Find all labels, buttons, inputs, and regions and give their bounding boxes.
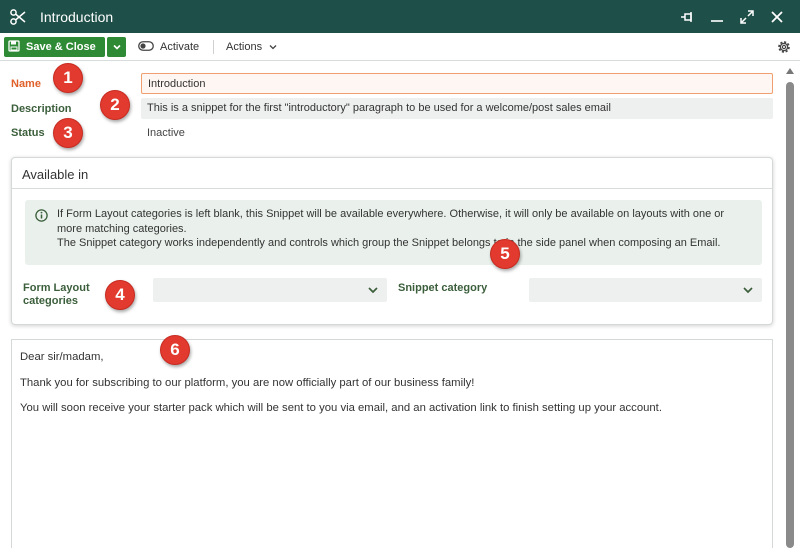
callout-marker-2: 2 [100,90,130,120]
status-value: Inactive [147,127,185,139]
info-text-line-1: If Form Layout categories is left blank,… [57,208,725,235]
callout-marker-3: 3 [53,118,83,148]
snippet-category-label: Snippet category [398,282,488,294]
toolbar: Save & Close Activate Actions [0,33,800,61]
callout-marker-5: 5 [490,239,520,269]
activate-toggle[interactable]: Activate [138,39,199,55]
editor-line: Thank you for subscribing to our platfor… [20,377,475,389]
chevron-down-icon [269,45,277,50]
info-text-line-2: The Snippet category works independently… [57,237,721,249]
scrollbar[interactable] [781,62,800,548]
scrollbar-thumb[interactable] [786,82,794,548]
editor-line: You will soon receive your starter pack … [20,402,662,414]
snippet-body-editor[interactable]: Dear sir/madam, Thank you for subscribin… [11,339,773,548]
callout-marker-6: 6 [160,335,190,365]
info-icon [35,209,48,222]
description-label: Description [11,103,72,115]
chevron-down-icon [743,287,753,294]
title-bar: Introduction [0,0,800,33]
save-icon [8,39,20,55]
callout-marker-4: 4 [105,280,135,310]
chevron-down-icon [368,287,378,294]
scroll-up-icon [786,68,794,74]
snippet-category-select[interactable] [529,278,762,302]
minimize-icon[interactable] [702,0,732,33]
name-input[interactable] [141,73,773,94]
maximize-icon[interactable] [732,0,762,33]
info-text: If Form Layout categories is left blank,… [57,207,747,251]
chevron-down-icon [112,44,121,50]
save-close-button[interactable]: Save & Close [4,37,105,57]
callout-marker-1: 1 [53,63,83,93]
save-dropdown-button[interactable] [107,37,126,57]
pin-icon[interactable] [672,0,702,33]
window-title: Introduction [40,8,114,25]
scissors-icon [0,0,36,33]
toggle-icon [138,40,154,54]
name-label: Name [11,78,41,90]
status-label: Status [11,127,45,139]
activate-label: Activate [160,41,200,53]
close-icon[interactable] [762,0,792,33]
save-close-label: Save & Close [26,41,96,53]
panel-title: Available in [22,167,89,182]
description-input[interactable]: This is a snippet for the first "introdu… [141,98,773,119]
toolbar-divider [213,40,214,54]
form-layout-categories-label: Form Layout categories [23,282,90,307]
panel-divider [12,188,772,189]
actions-menu[interactable]: Actions [226,39,278,55]
actions-label: Actions [226,41,263,53]
editor-line: Dear sir/madam, [20,351,104,363]
gear-icon[interactable] [776,39,792,55]
form-layout-categories-select[interactable] [153,278,387,302]
info-box: If Form Layout categories is left blank,… [25,200,762,265]
